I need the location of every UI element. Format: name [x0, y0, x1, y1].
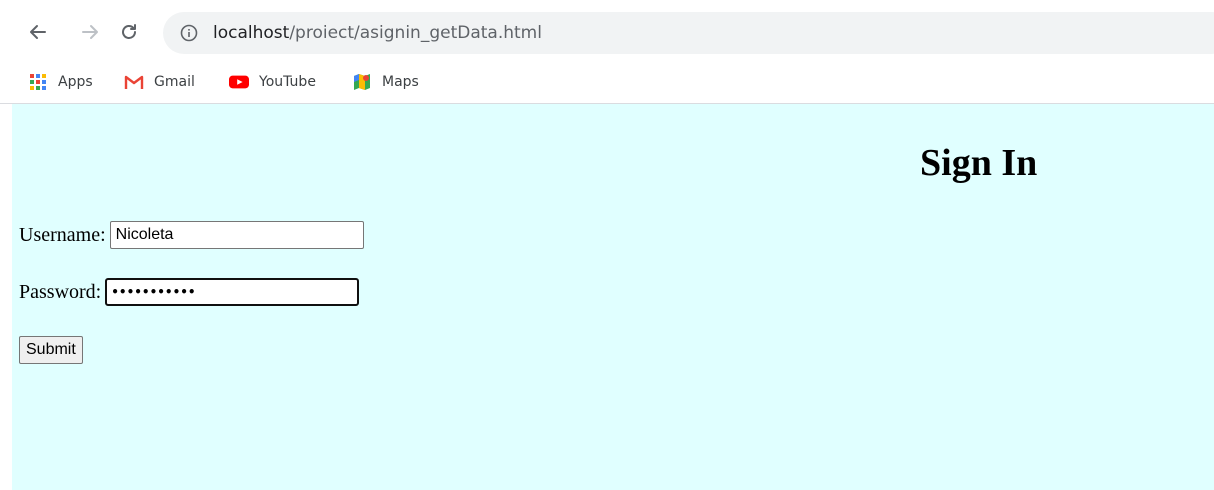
browser-toolbar: localhost/proiect/asignin_getData.html: [0, 0, 1214, 64]
password-mask: •••••••••••: [111, 285, 196, 299]
url-host: localhost: [213, 23, 290, 43]
url-path: /proiect/asignin_getData.html: [289, 23, 542, 43]
address-bar[interactable]: localhost/proiect/asignin_getData.html: [163, 12, 1214, 54]
bookmark-label: Gmail: [154, 74, 195, 90]
bookmark-maps[interactable]: Maps: [352, 66, 419, 98]
bookmark-label: Maps: [382, 74, 419, 90]
bookmark-label: YouTube: [259, 74, 316, 90]
youtube-icon: [229, 72, 249, 92]
username-label: Username:: [19, 224, 106, 246]
username-input[interactable]: Nicoleta: [109, 221, 364, 249]
page-content: Sign In Username: Nicoleta Password: •••…: [12, 104, 1214, 490]
bookmark-label: Apps: [58, 74, 93, 90]
reload-icon[interactable]: [113, 16, 145, 48]
bookmark-apps[interactable]: Apps: [28, 66, 93, 98]
page-title: Sign In: [920, 142, 1038, 184]
password-row: Password: •••••••••••: [19, 277, 360, 307]
bookmark-gmail[interactable]: Gmail: [124, 66, 195, 98]
maps-icon: [352, 72, 372, 92]
password-label: Password:: [19, 281, 102, 303]
username-row: Username: Nicoleta: [19, 220, 364, 250]
address-url: localhost/proiect/asignin_getData.html: [213, 12, 542, 54]
back-arrow-icon[interactable]: [22, 16, 54, 48]
password-input[interactable]: •••••••••••: [105, 278, 360, 306]
forward-arrow-icon[interactable]: [74, 16, 106, 48]
gmail-icon: [124, 72, 144, 92]
apps-grid-icon: [28, 72, 48, 92]
browser-chrome: localhost/proiect/asignin_getData.html A…: [0, 0, 1214, 104]
bookmarks-bar: Apps Gmail YouTube Maps: [0, 64, 1214, 104]
bookmark-youtube[interactable]: YouTube: [229, 66, 316, 98]
username-value: Nicoleta: [115, 226, 174, 243]
info-icon[interactable]: [179, 23, 199, 43]
submit-button[interactable]: Submit: [19, 336, 83, 364]
